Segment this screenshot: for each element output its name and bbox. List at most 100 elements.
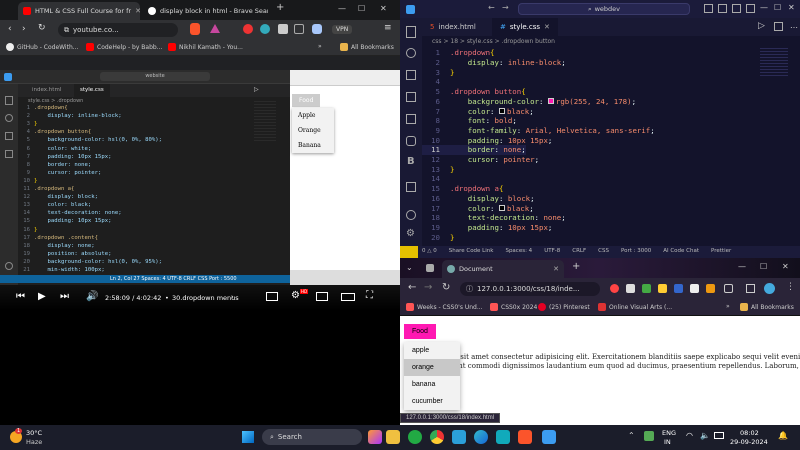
sidebar-icon[interactable]	[746, 284, 755, 293]
language-region[interactable]: IN	[664, 438, 671, 446]
extension-icon[interactable]	[706, 284, 715, 293]
all-bookmarks[interactable]: All Bookmarks	[740, 303, 794, 311]
forward-icon[interactable]: ›	[22, 24, 26, 34]
record-icon[interactable]	[243, 24, 253, 34]
color-swatch[interactable]	[498, 205, 505, 212]
edge-icon[interactable]	[474, 430, 488, 444]
more-actions-icon[interactable]: …	[790, 21, 798, 30]
sidebar-icon[interactable]	[294, 24, 304, 34]
brave-shield-icon[interactable]	[190, 23, 200, 35]
status-item[interactable]: UTF-8	[544, 248, 560, 254]
bookmark-cssox[interactable]: CSS0x 2024	[490, 303, 537, 311]
vpn-button[interactable]: VPN	[332, 25, 353, 34]
bookmark-nikhil[interactable]: Nikhil Kamath - You...	[168, 43, 243, 51]
menu-icon[interactable]: ≡	[384, 23, 392, 33]
file-explorer-icon[interactable]	[386, 430, 400, 444]
url-bar[interactable]: ⓘ 127.0.0.1:3000/css/18/inde...	[460, 282, 600, 296]
bookmark-weeks[interactable]: Weeks - CSS0's Und...	[406, 303, 483, 311]
copilot-icon[interactable]	[368, 430, 382, 444]
windows-start-icon[interactable]	[242, 431, 254, 443]
puzzle-icon[interactable]	[278, 24, 288, 34]
chapter-chevron-icon[interactable]: ›	[231, 293, 234, 301]
whatsapp-icon[interactable]	[408, 430, 422, 444]
settings-icon[interactable]: ⚙	[291, 290, 300, 301]
extension-icon[interactable]	[658, 284, 667, 293]
chrome-icon[interactable]	[430, 430, 444, 444]
fullscreen-icon[interactable]: ⛶	[366, 290, 373, 301]
clock-date[interactable]: 29-09-2024	[730, 438, 768, 446]
extensions-icon[interactable]	[406, 114, 416, 124]
miniplayer-icon[interactable]	[316, 292, 328, 301]
more-bookmarks-icon[interactable]: »	[318, 43, 322, 50]
search-icon[interactable]	[406, 48, 416, 58]
taskbar-search[interactable]: ⌕ Search	[262, 429, 362, 445]
status-item[interactable]: Port : 3000	[621, 248, 651, 254]
video-player[interactable]: website index.html style.css ▷ style.css…	[0, 70, 400, 285]
tab-index-html[interactable]: 5 index.html	[422, 18, 484, 36]
next-icon[interactable]: ⏭	[60, 291, 69, 302]
manage-gear-icon[interactable]: ⚙	[406, 228, 415, 239]
close-icon[interactable]: ✕	[135, 7, 140, 15]
clock-time[interactable]: 08:02	[740, 429, 759, 437]
panel-toggle-icon[interactable]	[718, 4, 727, 13]
dropdown-item-apple[interactable]: apple	[404, 342, 460, 359]
run-debug-icon[interactable]	[406, 92, 416, 102]
all-bookmarks[interactable]: All Bookmarks	[340, 43, 394, 51]
brave-rewards-icon[interactable]	[210, 24, 220, 33]
explorer-icon[interactable]	[406, 26, 416, 38]
store-icon[interactable]	[496, 430, 510, 444]
video-chapter[interactable]: 30.dropdown menus	[172, 294, 239, 302]
layout-toggle-icon[interactable]	[704, 4, 713, 13]
back-icon[interactable]: ←	[408, 282, 416, 293]
status-item[interactable]: Share Code Link	[449, 248, 494, 254]
menu-icon[interactable]: ⋮	[786, 282, 795, 292]
vscode-code-area[interactable]: 1 .dropdown{2 display: inline-block; 3} 4 5.…	[422, 48, 762, 246]
bookmark-codehelp[interactable]: CodeHelp - by Babb...	[86, 43, 162, 51]
remote-indicator-icon[interactable]	[400, 246, 418, 258]
minimize-button[interactable]: —	[338, 4, 346, 13]
bootstrap-icon[interactable]: B	[407, 156, 415, 167]
profile-icon[interactable]	[312, 24, 322, 34]
maximize-button[interactable]: ☐	[358, 4, 365, 13]
bookmark-pinterest[interactable]: (25) Pinterest	[538, 303, 590, 311]
extension-icon[interactable]	[642, 284, 651, 293]
play-icon[interactable]: ▶	[38, 291, 46, 302]
status-item[interactable]: Prettier	[711, 248, 731, 254]
maximize-button[interactable]: ☐	[760, 262, 767, 271]
dropdown-item-cucumber[interactable]: cucumber	[404, 393, 460, 410]
extension-icon[interactable]	[260, 24, 270, 34]
notification-bell-icon[interactable]: 🔔	[778, 431, 788, 440]
secondary-sidebar-icon[interactable]	[732, 4, 741, 13]
color-swatch[interactable]	[547, 98, 554, 105]
reload-icon[interactable]: ↻	[442, 282, 450, 293]
tab-youtube[interactable]: HTML & CSS Full Course for fr ✕	[18, 2, 140, 20]
forward-icon[interactable]: →	[424, 282, 432, 293]
status-item[interactable]: 0 △ 0	[422, 248, 437, 254]
tab-style-css[interactable]: # style.css ✕	[492, 18, 558, 36]
brave-icon[interactable]	[518, 430, 532, 444]
food-dropdown-button[interactable]: Food	[404, 324, 436, 339]
remote-explorer-icon[interactable]	[406, 136, 416, 146]
theater-icon[interactable]	[341, 293, 355, 301]
bookmark-github[interactable]: GitHub - CodeWith...	[6, 43, 78, 51]
testing-icon[interactable]	[406, 182, 416, 192]
forward-arrow-icon[interactable]: →	[502, 3, 509, 12]
new-tab-button[interactable]: +	[276, 2, 284, 13]
new-tab-button[interactable]: +	[572, 261, 580, 272]
account-icon[interactable]	[406, 210, 416, 220]
url-bar[interactable]: ⧉ youtube.co...	[58, 23, 178, 37]
tab-document[interactable]: Document ✕	[442, 260, 564, 278]
close-window-button[interactable]: ✕	[380, 4, 387, 13]
volume-icon[interactable]: 🔈	[700, 431, 710, 440]
volume-icon[interactable]: 🔊	[86, 291, 98, 302]
tab-brave-search[interactable]: display block in html - Brave Search ✕	[143, 2, 268, 20]
back-arrow-icon[interactable]: ←	[488, 3, 495, 12]
previous-icon[interactable]: ⏮	[16, 291, 25, 302]
maximize-button[interactable]: ☐	[774, 3, 781, 12]
status-item[interactable]: CSS	[598, 248, 609, 254]
close-icon[interactable]: ✕	[553, 265, 559, 273]
back-icon[interactable]: ‹	[8, 24, 12, 34]
profile-icon[interactable]	[764, 283, 775, 294]
battery-icon[interactable]	[714, 432, 724, 439]
status-item[interactable]: Spaces: 4	[505, 248, 532, 254]
